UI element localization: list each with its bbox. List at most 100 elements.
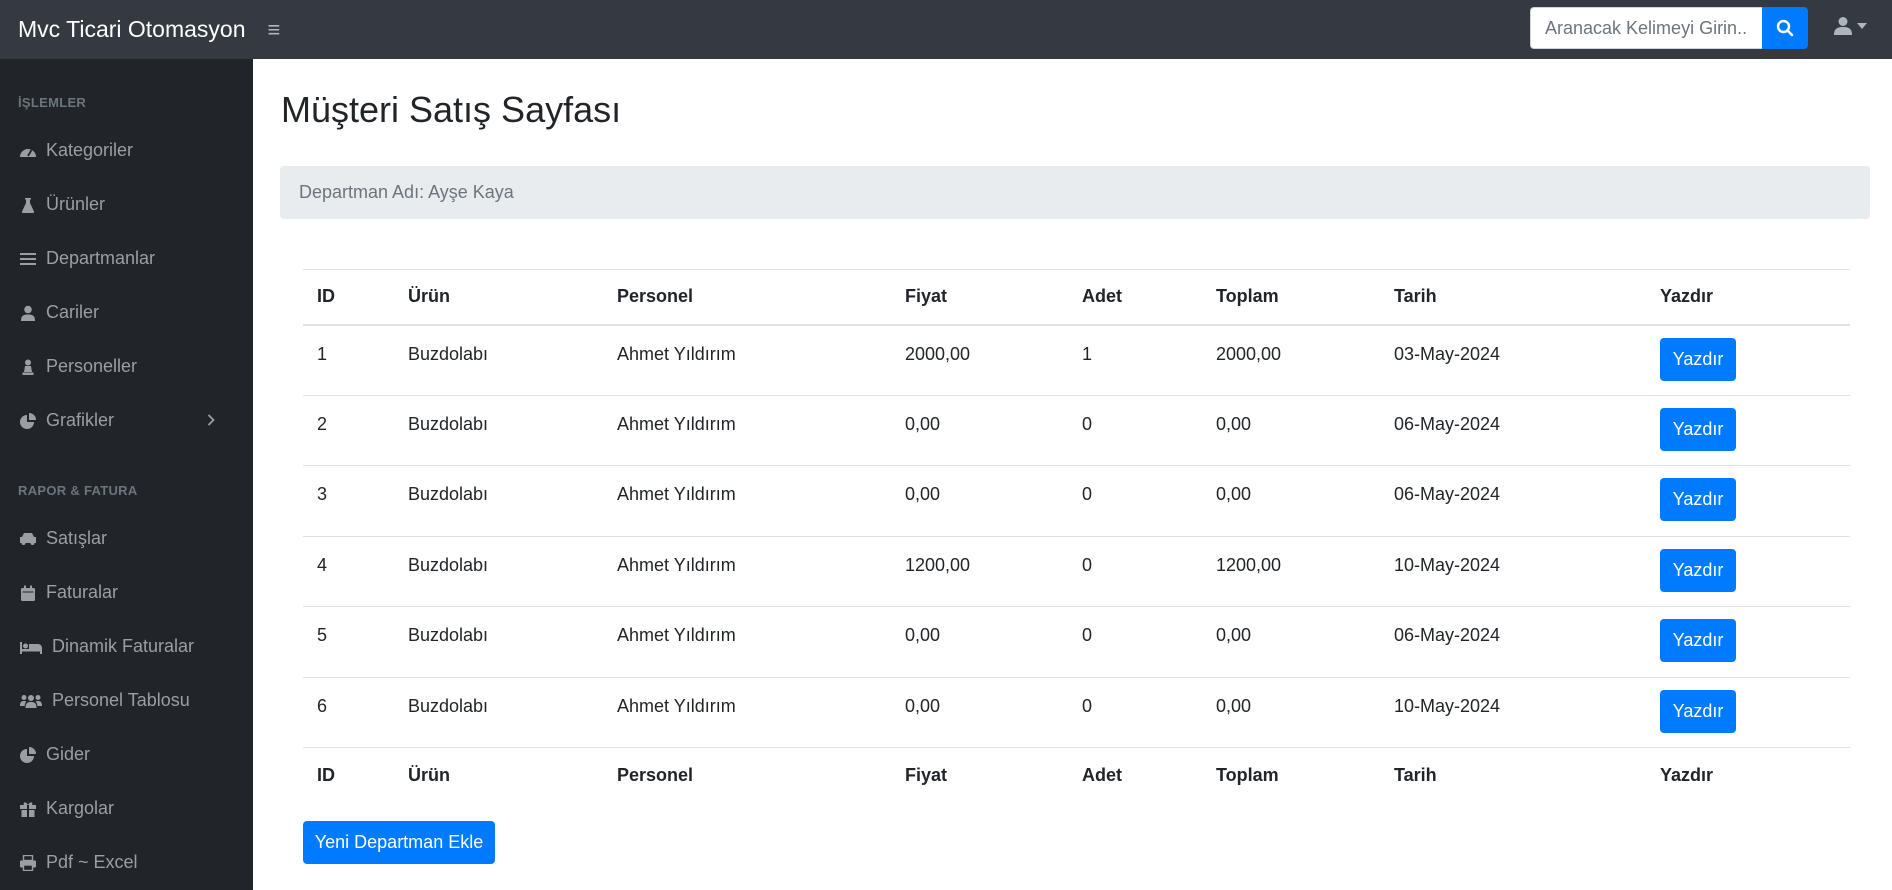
sidebar-item-label: Cariler — [46, 302, 100, 322]
cell-urun: Buzdolabı — [394, 535, 603, 607]
column-header-yazdir[interactable]: Yazdır — [1646, 269, 1850, 326]
print-icon — [18, 853, 38, 873]
search-group — [1530, 7, 1808, 49]
cell-adet: 0 — [1068, 606, 1202, 677]
sidebar-item-cariler[interactable]: Cariler — [18, 302, 99, 323]
sidebar-item-kategoriler[interactable]: Kategoriler — [18, 140, 133, 161]
cell-id: 6 — [303, 676, 394, 748]
search-icon — [1776, 19, 1794, 37]
sidebar: İŞLEMLER Kategoriler Ürünler Departmanla… — [0, 59, 253, 890]
user-icon — [1834, 17, 1852, 35]
column-footer-id: ID — [303, 747, 394, 804]
column-header-adet[interactable]: Adet — [1068, 269, 1202, 326]
menu-toggle-icon[interactable]: ≡ — [268, 18, 281, 41]
cell-action: Yazdır — [1646, 394, 1850, 466]
gift-icon — [18, 799, 38, 819]
sidebar-item-urunler[interactable]: Ürünler — [18, 194, 105, 215]
sidebar-item-faturalar[interactable]: Faturalar — [18, 582, 118, 603]
sidebar-item-pdf-excel[interactable]: Pdf ~ Excel — [18, 852, 138, 873]
sidebar-item-label: Kategoriler — [46, 140, 134, 160]
chevron-right-icon — [207, 410, 215, 431]
sidebar-item-personel-tablosu[interactable]: Personel Tablosu — [18, 690, 190, 711]
user-menu[interactable] — [1834, 16, 1867, 36]
sidebar-item-dinamik-faturalar[interactable]: Dinamik Faturalar — [18, 636, 194, 657]
car-icon — [18, 529, 38, 549]
cell-id: 2 — [303, 394, 394, 466]
table-row: 4 Buzdolabı Ahmet Yıldırım 1200,00 0 120… — [303, 535, 1850, 607]
column-header-fiyat[interactable]: Fiyat — [891, 269, 1068, 326]
cell-fiyat: 0,00 — [891, 465, 1068, 536]
column-footer-tarih: Tarih — [1380, 747, 1646, 804]
cell-adet: 0 — [1068, 394, 1202, 466]
column-header-personel[interactable]: Personel — [603, 269, 891, 326]
cell-tarih: 10-May-2024 — [1380, 676, 1646, 748]
cell-action: Yazdır — [1646, 606, 1850, 677]
sales-table: ID Ürün Personel Fiyat Adet Toplam Tarih… — [303, 269, 1850, 804]
cell-adet: 0 — [1068, 465, 1202, 536]
table-header-row: ID Ürün Personel Fiyat Adet Toplam Tarih… — [303, 269, 1850, 326]
cell-fiyat: 2000,00 — [891, 324, 1068, 395]
cell-id: 1 — [303, 324, 394, 395]
search-button[interactable] — [1762, 7, 1808, 49]
print-button[interactable]: Yazdır — [1660, 337, 1736, 381]
print-button[interactable]: Yazdır — [1660, 478, 1736, 521]
sidebar-item-label: Kargolar — [46, 798, 115, 818]
column-footer-adet: Adet — [1068, 747, 1202, 804]
user-icon — [18, 303, 38, 323]
cell-toplam: 0,00 — [1202, 465, 1380, 536]
list-icon — [18, 249, 38, 269]
cell-personel: Ahmet Yıldırım — [603, 465, 891, 536]
column-footer-personel: Personel — [603, 747, 891, 804]
sidebar-item-label: Personel Tablosu — [52, 690, 190, 710]
sidebar-item-gider[interactable]: Gider — [18, 744, 90, 765]
sidebar-item-label: Faturalar — [46, 582, 119, 602]
cell-toplam: 0,00 — [1202, 676, 1380, 748]
flask-icon — [18, 195, 38, 215]
table-row: 3 Buzdolabı Ahmet Yıldırım 0,00 0 0,00 0… — [303, 465, 1850, 536]
pie-chart-icon — [18, 411, 38, 431]
print-button[interactable]: Yazdır — [1660, 407, 1736, 451]
column-header-urun[interactable]: Ürün — [394, 269, 603, 326]
cell-id: 3 — [303, 465, 394, 536]
sidebar-item-kargolar[interactable]: Kargolar — [18, 798, 114, 819]
cell-fiyat: 1200,00 — [891, 535, 1068, 607]
sidebar-item-label: Pdf ~ Excel — [46, 852, 138, 872]
chess-pawn-icon — [18, 357, 38, 377]
sidebar-item-grafikler[interactable]: Grafikler — [18, 410, 235, 431]
cell-action: Yazdır — [1646, 676, 1850, 748]
cell-tarih: 06-May-2024 — [1380, 606, 1646, 677]
search-input[interactable] — [1530, 7, 1762, 49]
sidebar-item-label: Personeller — [46, 356, 138, 376]
sidebar-item-personeller[interactable]: Personeller — [18, 356, 137, 377]
sidebar-item-label: Satışlar — [46, 528, 108, 548]
table-row: 5 Buzdolabı Ahmet Yıldırım 0,00 0 0,00 0… — [303, 606, 1850, 677]
new-department-button[interactable]: Yeni Departman Ekle — [303, 821, 495, 864]
print-button[interactable]: Yazdır — [1660, 548, 1736, 592]
cell-tarih: 06-May-2024 — [1380, 465, 1646, 536]
cell-fiyat: 0,00 — [891, 676, 1068, 748]
print-button[interactable]: Yazdır — [1660, 619, 1736, 662]
cell-personel: Ahmet Yıldırım — [603, 676, 891, 748]
top-navbar: Mvc Ticari Otomasyon ≡ — [0, 0, 1892, 59]
print-button[interactable]: Yazdır — [1660, 689, 1736, 733]
chevron-down-icon — [1857, 23, 1867, 29]
sidebar-item-label: Grafikler — [46, 410, 115, 430]
column-header-tarih[interactable]: Tarih — [1380, 269, 1646, 326]
column-header-toplam[interactable]: Toplam — [1202, 269, 1380, 326]
cell-action: Yazdır — [1646, 535, 1850, 607]
brand-title[interactable]: Mvc Ticari Otomasyon — [18, 16, 246, 43]
cell-toplam: 1200,00 — [1202, 535, 1380, 607]
sidebar-item-departmanlar[interactable]: Departmanlar — [18, 248, 155, 269]
cell-urun: Buzdolabı — [394, 324, 603, 395]
cell-urun: Buzdolabı — [394, 676, 603, 748]
cell-urun: Buzdolabı — [394, 606, 603, 677]
column-header-id[interactable]: ID — [303, 269, 394, 326]
bed-icon — [18, 637, 44, 657]
cell-toplam: 2000,00 — [1202, 324, 1380, 395]
column-footer-fiyat: Fiyat — [891, 747, 1068, 804]
sidebar-item-label: Departmanlar — [46, 248, 156, 268]
users-icon — [18, 691, 44, 711]
sidebar-item-label: Ürünler — [46, 194, 106, 214]
sidebar-item-satislar[interactable]: Satışlar — [18, 528, 107, 549]
table-row: 1 Buzdolabı Ahmet Yıldırım 2000,00 1 200… — [303, 324, 1850, 395]
